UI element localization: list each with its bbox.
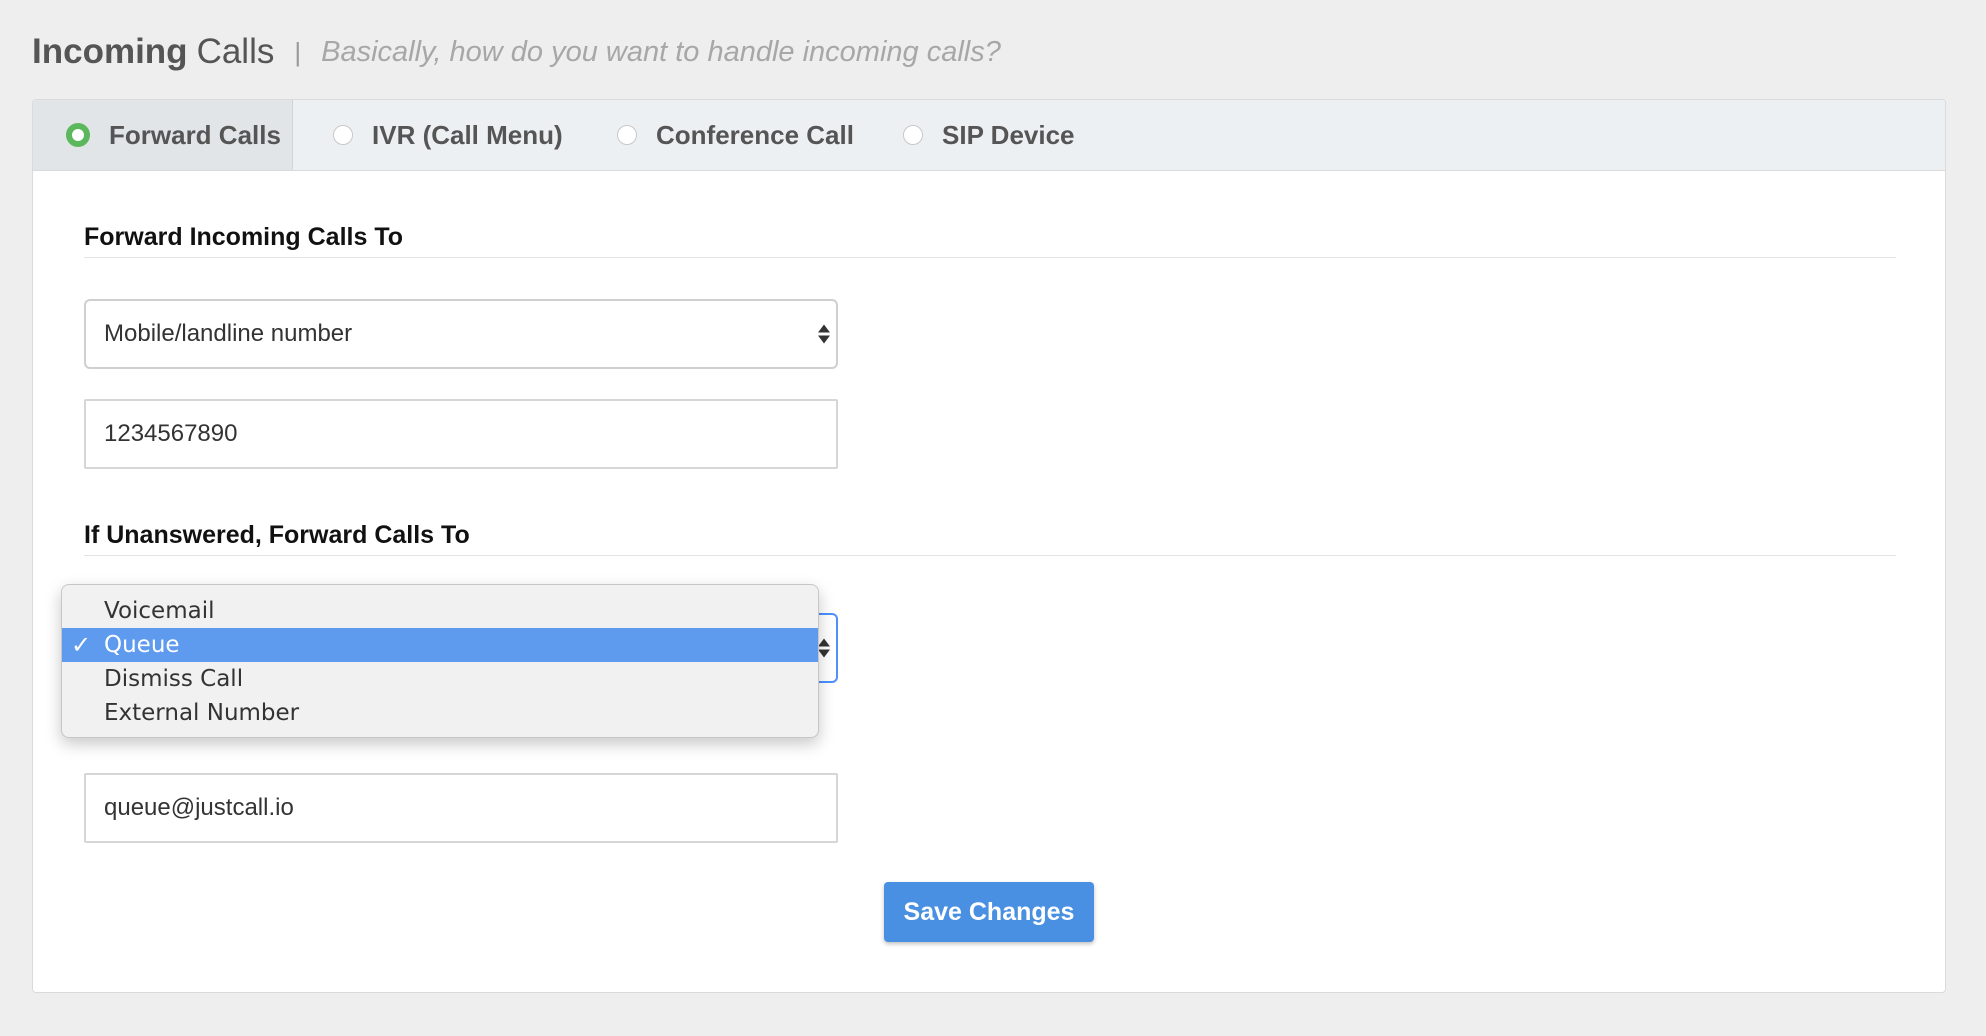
menu-option-queue[interactable]: ✓ Queue — [62, 628, 818, 662]
checkmark-icon: ✓ — [71, 631, 92, 659]
radio-unchecked-icon — [903, 125, 923, 145]
tab-label: SIP Device — [942, 119, 1075, 150]
menu-option-voicemail[interactable]: Voicemail — [62, 594, 818, 628]
menu-option-dismiss-call[interactable]: Dismiss Call — [62, 662, 818, 696]
section-divider — [84, 257, 1896, 258]
tab-forward-calls[interactable]: Forward Calls — [33, 100, 293, 170]
call-settings-panel: Forward Calls IVR (Call Menu) Conference… — [32, 99, 1946, 993]
page-header: Incoming Calls | Basically, how do you w… — [32, 28, 1001, 76]
page-title-bold: Incoming — [32, 32, 188, 71]
select-updown-icon — [818, 324, 830, 344]
tab-label: Forward Calls — [109, 119, 281, 150]
menu-option-label: Dismiss Call — [104, 666, 244, 692]
unanswered-section-title: If Unanswered, Forward Calls To — [84, 521, 470, 549]
page-title-light: Calls — [196, 32, 275, 71]
tab-label: Conference Call — [656, 119, 854, 150]
forward-type-value: Mobile/landline number — [104, 320, 353, 347]
radio-checked-icon — [66, 123, 90, 147]
tab-sip-device[interactable]: SIP Device — [903, 100, 1075, 170]
menu-option-label: Voicemail — [104, 598, 215, 624]
radio-unchecked-icon — [333, 125, 353, 145]
menu-option-label: External Number — [104, 700, 300, 726]
forward-type-select[interactable]: Mobile/landline number — [84, 299, 838, 369]
tab-conference-call[interactable]: Conference Call — [617, 100, 854, 170]
tab-ivr-call-menu[interactable]: IVR (Call Menu) — [333, 100, 563, 170]
tab-label: IVR (Call Menu) — [372, 119, 563, 150]
queue-email-input[interactable] — [84, 773, 838, 843]
forward-section-title: Forward Incoming Calls To — [84, 223, 404, 251]
unanswered-action-dropdown: Voicemail ✓ Queue Dismiss Call External … — [61, 584, 819, 738]
radio-unchecked-icon — [617, 125, 637, 145]
menu-option-external-number[interactable]: External Number — [62, 696, 818, 730]
section-divider — [84, 555, 1896, 556]
title-separator: | — [294, 36, 302, 67]
save-changes-button[interactable]: Save Changes — [884, 882, 1094, 942]
call-mode-tabs: Forward Calls IVR (Call Menu) Conference… — [33, 100, 1945, 171]
page-subtitle: Basically, how do you want to handle inc… — [321, 35, 1001, 68]
forward-number-input[interactable] — [84, 399, 838, 469]
menu-option-label: Queue — [104, 632, 180, 658]
select-updown-icon — [818, 638, 830, 658]
